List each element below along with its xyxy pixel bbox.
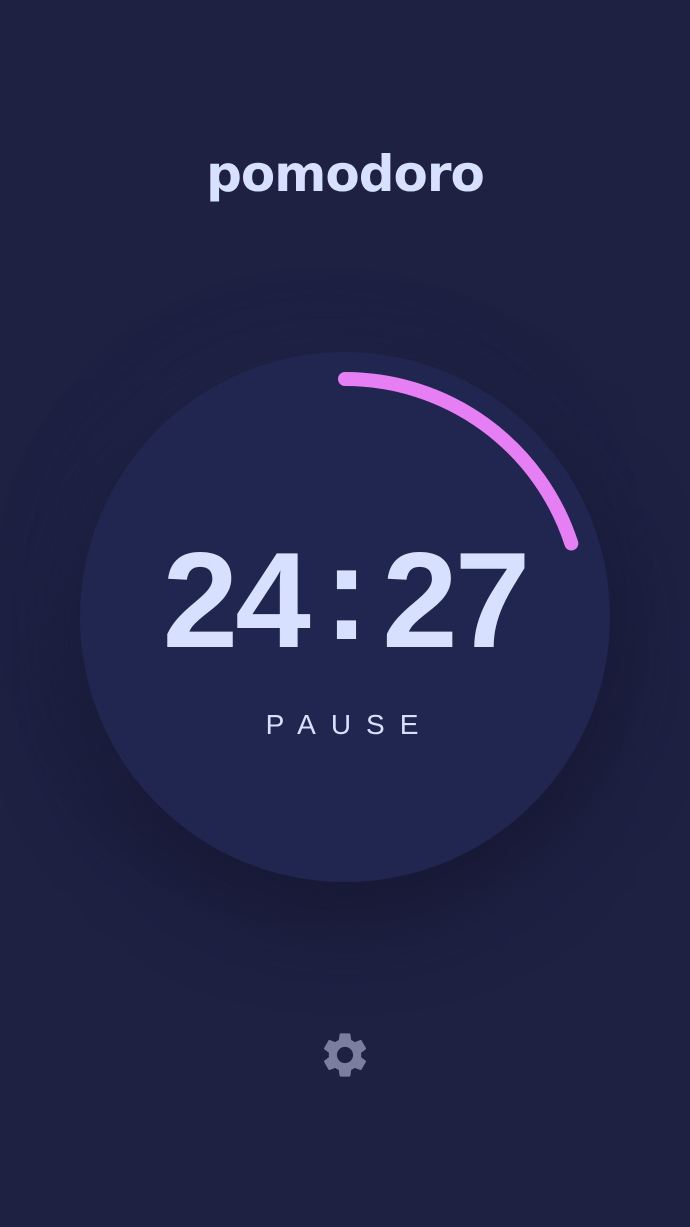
settings-button[interactable] [318,1028,372,1082]
timer-minutes: 24 [162,524,311,676]
time-display: 24:27 [80,522,610,670]
gear-icon [323,1033,367,1077]
app-title: pomodoro [206,145,485,203]
pause-button[interactable]: PAUSE [245,704,445,744]
progress-arc [338,372,579,551]
timer-separator: : [323,516,369,668]
timer-seconds: 27 [382,524,530,676]
timer-dial[interactable]: 24:27 PAUSE [80,352,610,882]
